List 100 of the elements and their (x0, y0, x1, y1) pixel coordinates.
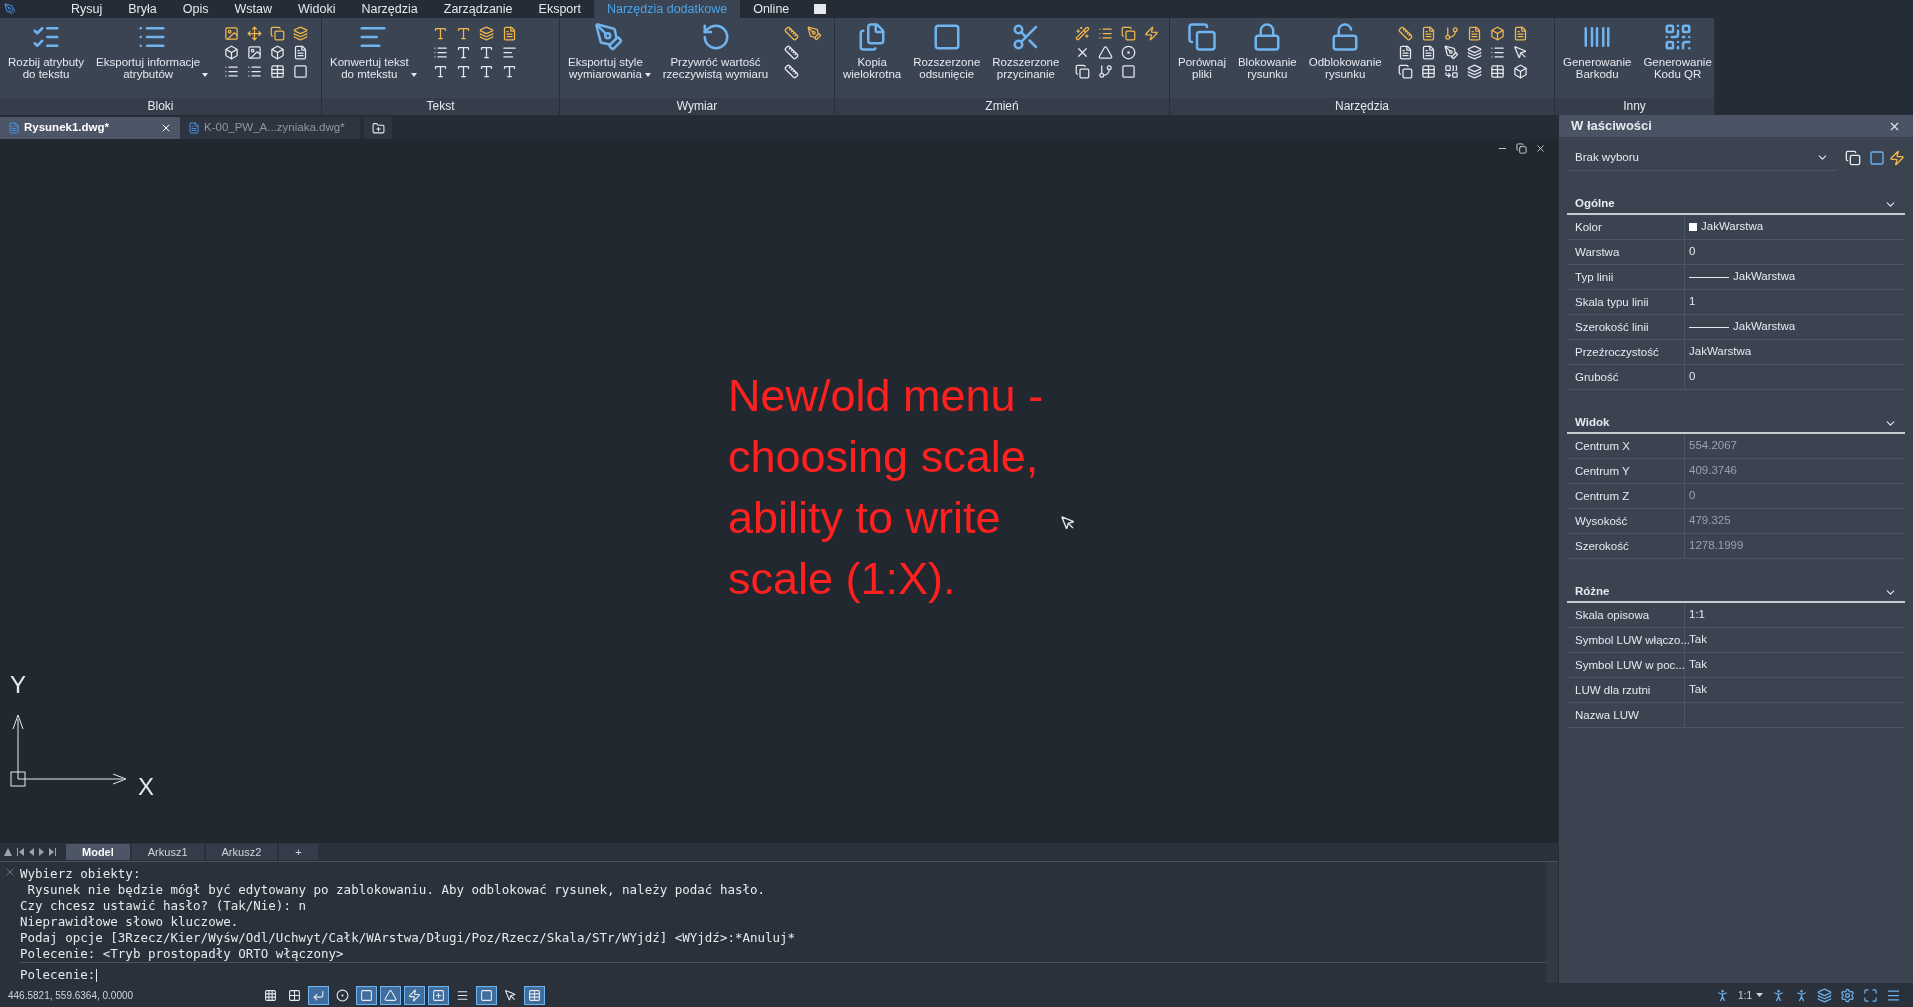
tool-icon[interactable] (807, 26, 823, 41)
tool-icon[interactable] (293, 64, 309, 79)
tool-icon[interactable] (501, 26, 517, 41)
menu-tab[interactable]: Narzędzia dodatkowe (593, 0, 741, 18)
close-icon[interactable] (160, 122, 172, 134)
property-value[interactable]: 479.325 (1689, 512, 1731, 530)
status-toggle[interactable] (476, 985, 497, 1005)
tool-icon[interactable] (784, 26, 800, 41)
property-value[interactable]: 409.3746 (1689, 462, 1737, 480)
tool-icon[interactable] (293, 26, 309, 41)
property-value[interactable]: JakWarstwa (1733, 268, 1796, 286)
tool-icon[interactable] (432, 45, 448, 60)
tool-icon[interactable] (501, 45, 517, 60)
document-tab[interactable]: Rysunek1.dwg* (0, 117, 180, 139)
tool-icon[interactable] (1443, 64, 1459, 79)
menu-tab[interactable]: Widoki (284, 0, 349, 18)
annotation-scale-dropdown[interactable]: 1:1 (1738, 987, 1763, 1003)
tool-icon[interactable] (432, 26, 448, 41)
property-value[interactable]: 0 (1689, 368, 1696, 386)
tool-icon[interactable] (478, 45, 494, 60)
tool-icon[interactable] (1512, 45, 1528, 60)
menu-tab[interactable]: Online (740, 0, 803, 18)
property-value[interactable]: 554.2067 (1689, 437, 1737, 455)
property-value[interactable]: 1:1 (1689, 606, 1705, 624)
tool-icon[interactable] (1466, 45, 1482, 60)
tool-icon[interactable] (432, 64, 448, 79)
tool-icon[interactable] (478, 64, 494, 79)
tool-icon[interactable] (1397, 64, 1413, 79)
select-objects-icon[interactable] (1869, 150, 1885, 166)
ribbon-button[interactable]: Eksportuj informacje atrybutów (92, 22, 213, 80)
tool-icon[interactable] (1443, 26, 1459, 41)
menu-tab[interactable]: Opis (169, 0, 222, 18)
tool-icon[interactable] (455, 64, 471, 79)
tool-icon[interactable] (1466, 64, 1482, 79)
menu-icon[interactable] (1886, 987, 1901, 1003)
tool-icon[interactable] (478, 26, 494, 41)
tool-icon[interactable] (455, 45, 471, 60)
section-header[interactable]: Różne (1567, 583, 1905, 603)
tool-icon[interactable] (455, 26, 471, 41)
property-value[interactable]: 1 (1689, 293, 1696, 311)
ribbon-button[interactable]: Rozbij atrybuty do tekstu (4, 22, 89, 80)
ribbon-button[interactable]: Generowanie Barkodu (1559, 22, 1636, 80)
tool-icon[interactable] (1144, 26, 1160, 41)
ribbon-button[interactable]: Generowanie Kodu QR (1639, 22, 1716, 80)
settings-icon[interactable] (1840, 987, 1855, 1003)
tool-icon[interactable] (1466, 26, 1482, 41)
document-tab[interactable]: K-00_PW_A...zyniaka.dwg* (180, 117, 360, 139)
status-toggle[interactable] (524, 985, 545, 1005)
tool-icon[interactable] (1397, 26, 1413, 41)
ribbon-button[interactable]: Kopia wielokrotna (839, 22, 906, 80)
ribbon-button[interactable]: Odblokowanie rysunku (1304, 22, 1386, 80)
quick-select-icon[interactable] (1889, 150, 1905, 166)
restore-icon[interactable] (1516, 143, 1527, 154)
status-toggle[interactable] (356, 985, 377, 1005)
property-value[interactable]: 1278.1999 (1689, 537, 1744, 555)
menu-tab[interactable]: Rysuj (58, 0, 116, 18)
status-toggle[interactable] (404, 985, 425, 1005)
property-value[interactable]: 0 (1689, 243, 1696, 261)
tool-icon[interactable] (1489, 26, 1505, 41)
tool-icon[interactable] (224, 45, 240, 60)
status-toggle[interactable] (308, 985, 329, 1005)
status-toggle[interactable] (380, 985, 401, 1005)
ribbon-button[interactable]: Blokowanie rysunku (1233, 22, 1301, 80)
tool-icon[interactable] (224, 64, 240, 79)
menu-tab[interactable]: Bryła (115, 0, 170, 18)
tool-icon[interactable] (1443, 45, 1459, 60)
layout-tab[interactable]: + (279, 844, 318, 860)
layout-tab[interactable]: Arkusz2 (205, 844, 278, 860)
annotation-icon[interactable] (1794, 987, 1809, 1003)
tool-icon[interactable] (224, 26, 240, 41)
ribbon-button[interactable]: Przywróć wartość rzeczywistą wymiaru (658, 22, 773, 80)
app-logo-icon[interactable] (4, 3, 16, 15)
tool-icon[interactable] (1098, 26, 1114, 41)
property-value[interactable]: JakWarstwa (1733, 318, 1796, 336)
tool-icon[interactable] (293, 45, 309, 60)
status-toggle[interactable] (428, 985, 449, 1005)
workspace-icon[interactable] (1817, 987, 1832, 1003)
tool-icon[interactable] (270, 45, 286, 60)
tool-icon[interactable] (270, 26, 286, 41)
tool-icon[interactable] (1098, 64, 1114, 79)
ribbon-button[interactable]: Rozszerzone odsunięcie (909, 22, 985, 80)
ribbon-button[interactable]: Eksportuj style wymiarowania (564, 22, 655, 80)
layout-tab[interactable]: Arkusz1 (131, 844, 204, 860)
property-value[interactable]: Tak (1689, 656, 1707, 674)
selection-dropdown[interactable]: Brak wyboru (1567, 145, 1837, 171)
ribbon-button[interactable]: Porównaj pliki (1174, 22, 1230, 80)
layout-tab[interactable]: Model (66, 844, 130, 860)
close-icon[interactable] (1535, 143, 1546, 154)
section-header[interactable]: Ogólne (1567, 195, 1905, 215)
menu-tab[interactable]: Zarządzanie (430, 0, 526, 18)
menu-tab[interactable]: Eksport (525, 0, 594, 18)
tool-icon[interactable] (1397, 45, 1413, 60)
tool-icon[interactable] (1420, 45, 1436, 60)
property-value[interactable]: Tak (1689, 681, 1707, 699)
annotation-icon[interactable] (1771, 987, 1786, 1003)
fullscreen-icon[interactable] (1863, 987, 1878, 1003)
tool-icon[interactable] (1489, 45, 1505, 60)
ribbon-button[interactable]: Rozszerzone przycinanie (988, 22, 1064, 80)
menu-tab[interactable]: Wstaw (221, 0, 285, 18)
tool-icon[interactable] (1075, 26, 1091, 41)
